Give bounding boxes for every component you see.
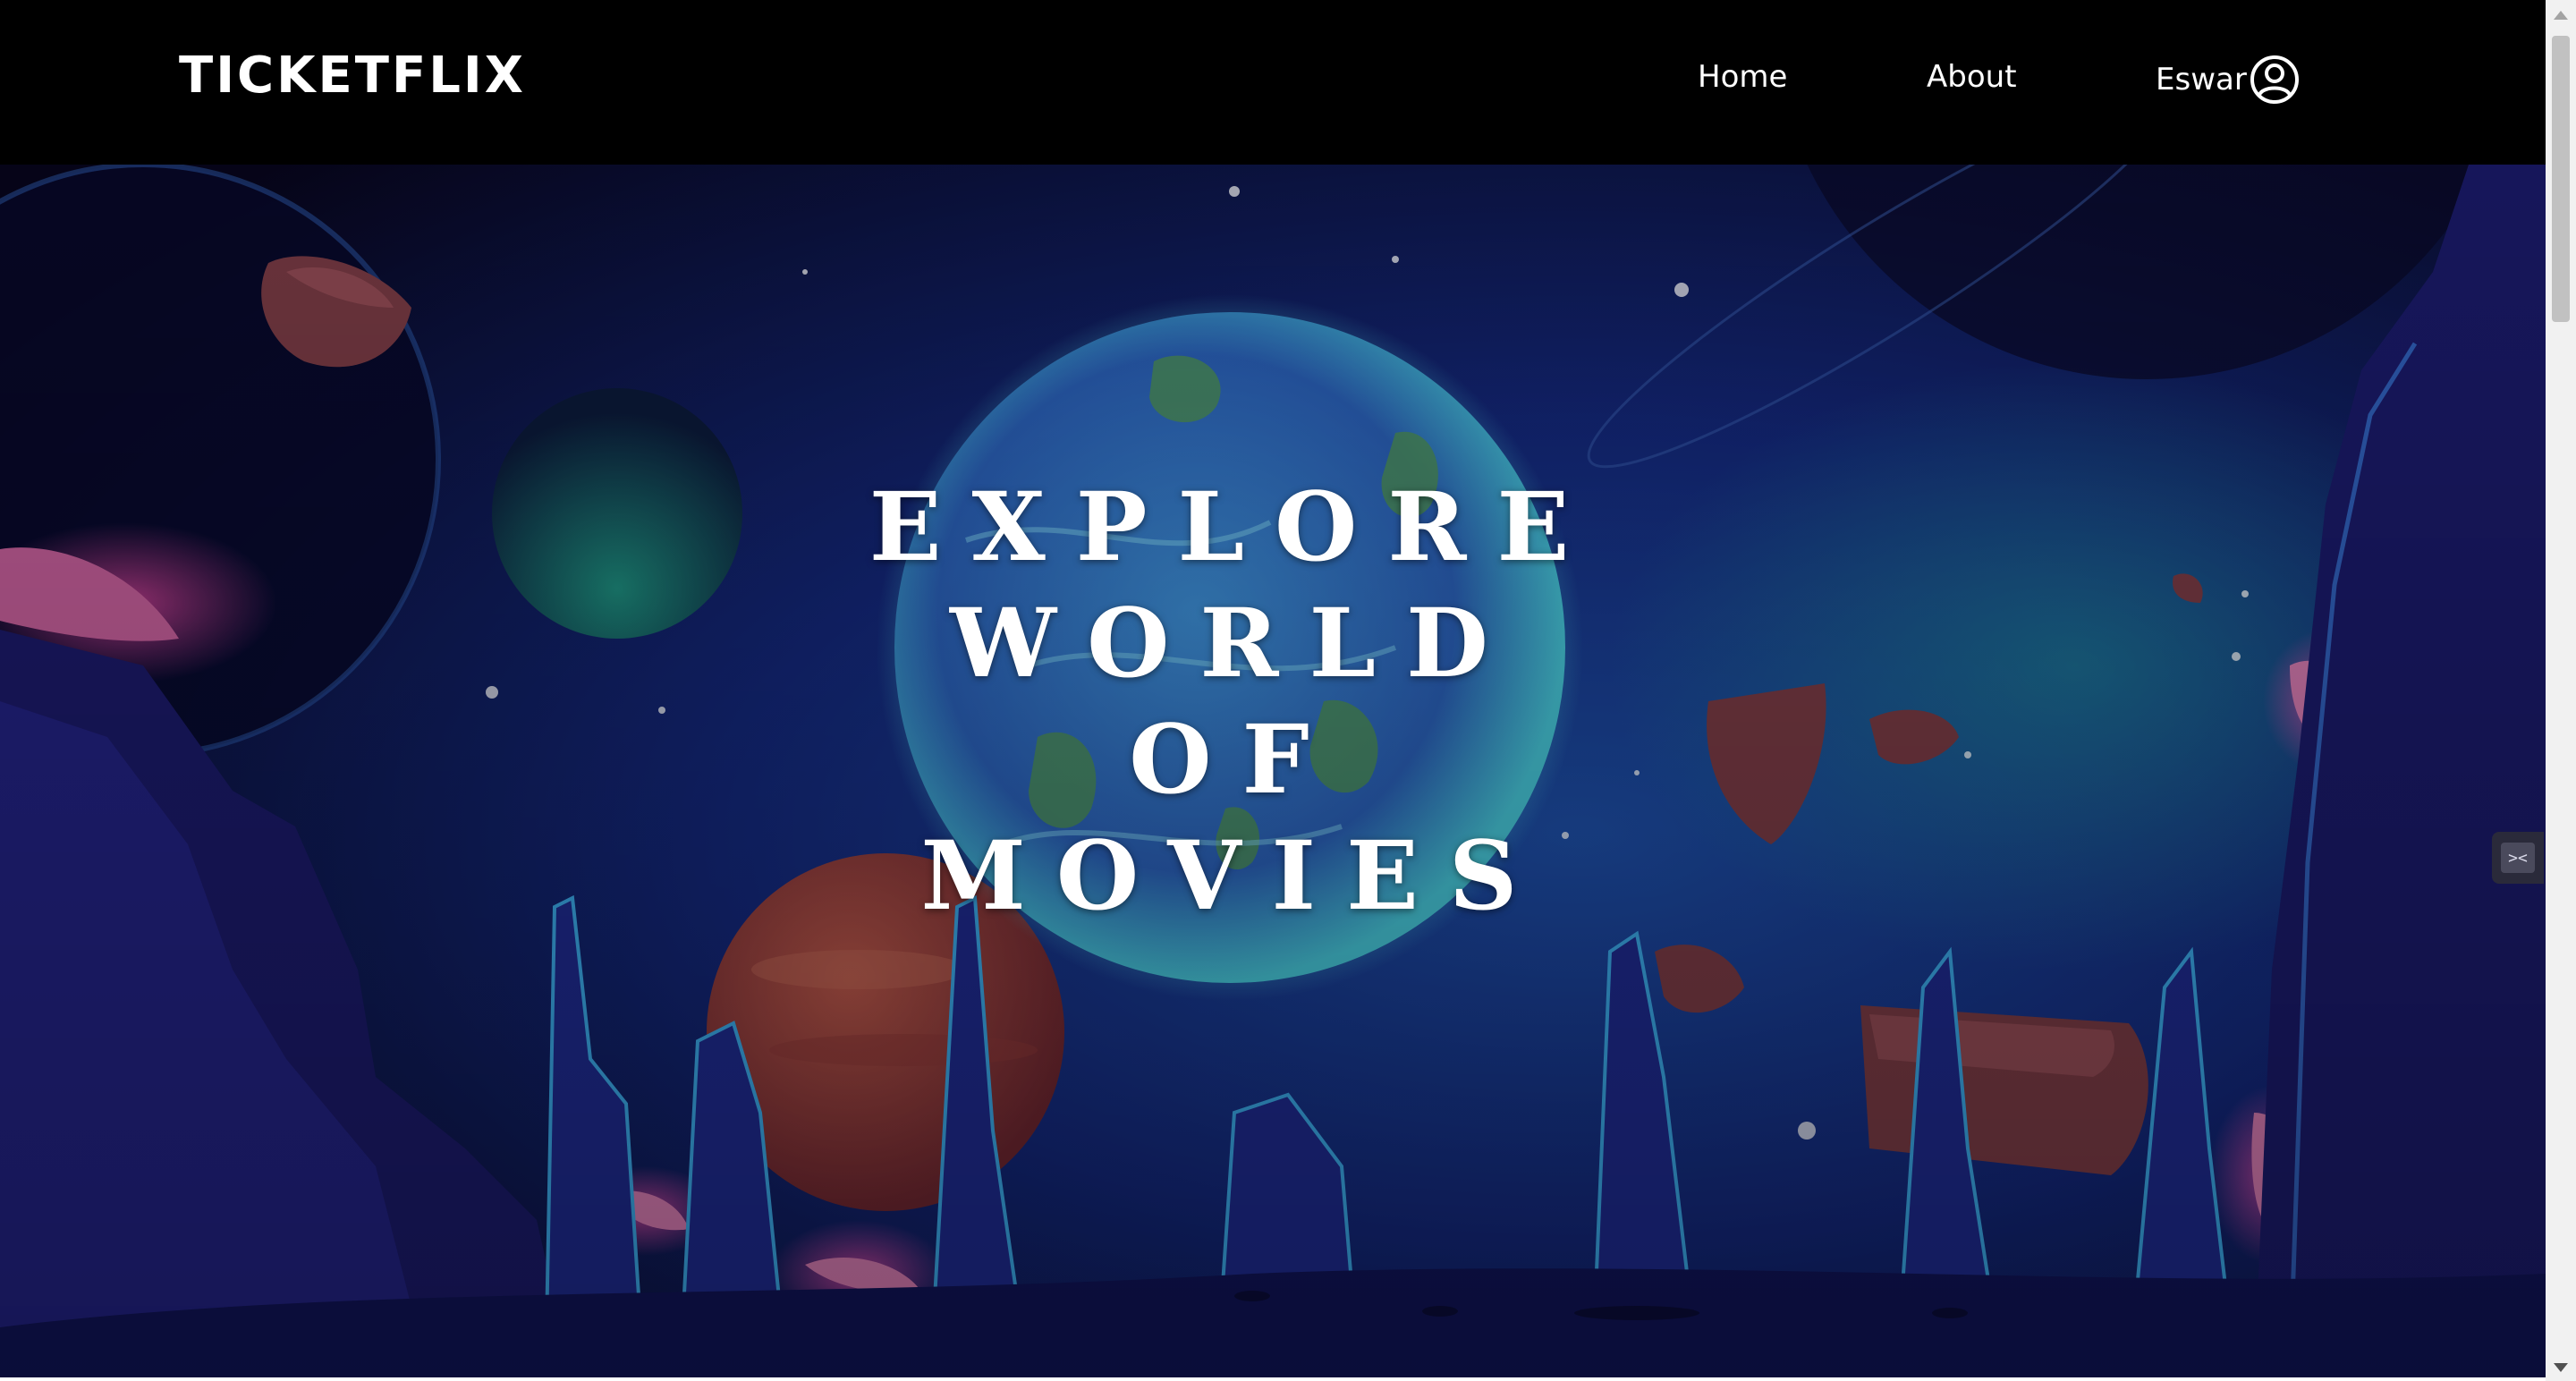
scroll-down-arrow-icon[interactable] bbox=[2554, 1363, 2568, 1372]
top-navbar: TICKETFLIX Home About Eswar bbox=[0, 0, 2546, 165]
page: TICKETFLIX Home About Eswar EXPLORE WORL… bbox=[0, 0, 2576, 1381]
headline-line: MOVIES bbox=[920, 819, 1548, 931]
vertical-scrollbar[interactable] bbox=[2546, 0, 2576, 1381]
user-menu[interactable]: Eswar bbox=[2156, 52, 2301, 107]
headline-line: WORLD bbox=[950, 587, 1519, 699]
headline-line: OF bbox=[1129, 703, 1340, 815]
extension-icon: >< bbox=[2501, 843, 2535, 873]
user-name: Eswar bbox=[2156, 62, 2247, 97]
nav-link-home[interactable]: Home bbox=[1698, 59, 1787, 95]
brand-logo[interactable]: TICKETFLIX bbox=[179, 47, 526, 105]
user-circle-icon bbox=[2250, 55, 2299, 104]
headline-line: EXPLORE bbox=[869, 470, 1600, 582]
hero-headline: EXPLORE WORLD OF MOVIES bbox=[787, 469, 1682, 934]
nav-link-about[interactable]: About bbox=[1927, 59, 2017, 95]
scrollbar-thumb[interactable] bbox=[2552, 36, 2570, 322]
scroll-up-arrow-icon[interactable] bbox=[2554, 11, 2568, 20]
extension-widget-button[interactable]: >< bbox=[2492, 832, 2544, 884]
page-bottom-edge bbox=[0, 1377, 2546, 1381]
hero-section: EXPLORE WORLD OF MOVIES bbox=[0, 165, 2546, 1377]
